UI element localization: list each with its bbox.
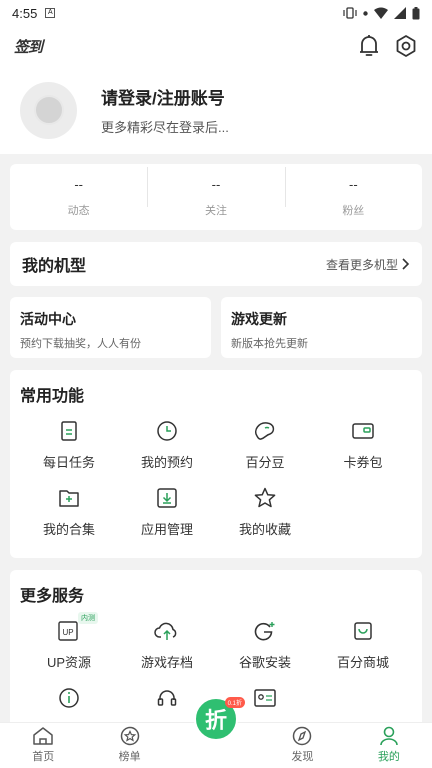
service-label: UP资源 <box>46 655 92 670</box>
promo-subtitle: 新版本抢先更新 <box>231 338 308 350</box>
service-label: 游戏存档 <box>140 655 193 670</box>
signal-icon <box>394 7 406 19</box>
promo-subtitle: 预约下载抽奖，人人有份 <box>20 338 141 350</box>
clock-icon <box>157 421 177 441</box>
stats-card: -- 动态 -- 关注 -- 粉丝 <box>10 164 422 230</box>
tab-label: 我的 <box>377 751 400 763</box>
stat-label: 关注 <box>204 204 227 217</box>
feature-label: 卡券包 <box>343 455 383 470</box>
id-card-icon <box>254 689 276 707</box>
wifi-icon <box>374 7 388 19</box>
avatar[interactable] <box>20 81 77 139</box>
top-bar: 签到 <box>0 26 432 66</box>
stat-label: 动态 <box>67 204 90 217</box>
more-services-title: 更多服务 <box>20 588 85 605</box>
feature-my-reservations[interactable]: 我的预约 <box>118 418 216 471</box>
download-icon <box>157 488 177 508</box>
svg-text:UP: UP <box>62 628 73 637</box>
activity-center-card[interactable]: 活动中心 预约下载抽奖，人人有份 <box>10 297 211 358</box>
feature-app-management[interactable]: 应用管理 <box>118 485 216 538</box>
feature-label: 我的收藏 <box>238 522 291 537</box>
stat-following[interactable]: -- 关注 <box>147 166 284 218</box>
my-models-title: 我的机型 <box>22 258 87 275</box>
tab-label: 发现 <box>291 751 314 763</box>
feature-label: 我的合集 <box>42 522 95 537</box>
headset-icon <box>157 690 177 706</box>
wallet-icon <box>352 423 374 439</box>
ranking-icon <box>120 726 139 746</box>
beta-badge: 内测 <box>78 612 98 624</box>
stat-value: -- <box>74 176 83 192</box>
game-update-card[interactable]: 游戏更新 新版本抢先更新 <box>221 297 422 358</box>
feature-label: 百分豆 <box>245 455 285 470</box>
stat-followers[interactable]: -- 粉丝 <box>284 166 422 218</box>
stat-label: 粉丝 <box>342 204 365 217</box>
bottom-tab-bar: 首页 榜单 折 0.1折 发现 我的 <box>0 697 432 768</box>
home-icon <box>33 727 53 745</box>
collection-icon <box>59 490 79 507</box>
discover-icon <box>293 726 312 746</box>
star-icon <box>254 487 276 508</box>
bean-icon <box>255 422 275 440</box>
stat-value: -- <box>348 176 358 192</box>
stat-posts[interactable]: -- 动态 <box>10 177 147 218</box>
default-avatar-icon <box>33 95 64 125</box>
settings-gear-icon[interactable] <box>394 34 418 58</box>
info-icon <box>59 688 79 708</box>
notification-bell-icon[interactable] <box>358 34 380 58</box>
task-icon <box>61 421 77 441</box>
chevron-right-icon <box>402 258 410 270</box>
tab-label: 首页 <box>32 751 55 763</box>
google-icon <box>254 622 275 641</box>
status-bar: 4:55 A <box>0 0 432 26</box>
feature-beans[interactable]: 百分豆 <box>216 418 314 471</box>
service-up-resources[interactable]: UP 内测 UP资源 <box>20 612 118 671</box>
vibrate-icon <box>343 7 357 19</box>
status-icons <box>343 6 420 20</box>
feature-label: 应用管理 <box>140 522 193 537</box>
service-game-saves[interactable]: 游戏存档 <box>118 618 216 671</box>
tab-discount[interactable]: 折 0.1折 <box>173 697 259 768</box>
tab-discover[interactable]: 发现 <box>259 723 345 768</box>
dot-icon <box>363 10 368 16</box>
feature-coupon-wallet[interactable]: 卡券包 <box>314 418 412 471</box>
status-time: 4:55 <box>12 5 38 21</box>
tab-ranking[interactable]: 榜单 <box>86 723 172 768</box>
feature-label: 每日任务 <box>42 455 95 470</box>
service-label: 百分商城 <box>336 655 389 670</box>
view-more-models-link[interactable]: 查看更多机型 <box>326 256 410 273</box>
tab-profile[interactable]: 我的 <box>346 723 432 768</box>
tab-label: 榜单 <box>118 751 141 763</box>
feature-my-favorites[interactable]: 我的收藏 <box>216 485 314 538</box>
view-more-models-label: 查看更多机型 <box>325 257 398 272</box>
cloud-upload-icon <box>154 622 177 640</box>
promo-title: 活动中心 <box>20 311 76 327</box>
common-features-card: 常用功能 每日任务 我的预约 百分豆 卡券包 我的合集 应用管理 我的收藏 <box>10 370 422 558</box>
stat-value: -- <box>211 176 221 192</box>
login-register-title[interactable]: 请登录/注册账号 <box>101 84 229 109</box>
notification-icon: A <box>45 8 56 18</box>
feature-label: 我的预约 <box>140 455 193 470</box>
shop-icon <box>354 622 372 640</box>
tab-home[interactable]: 首页 <box>0 723 86 768</box>
service-google-install[interactable]: 谷歌安装 <box>216 618 314 671</box>
service-label: 谷歌安装 <box>238 655 291 670</box>
up-icon: UP <box>58 621 78 641</box>
feature-my-collections[interactable]: 我的合集 <box>20 485 118 538</box>
my-models-row[interactable]: 我的机型 查看更多机型 <box>10 242 422 286</box>
profile-icon <box>380 726 398 746</box>
signin-button[interactable]: 签到 <box>14 36 43 57</box>
login-subtitle: 更多精彩尽在登录后... <box>101 120 229 135</box>
service-info[interactable] <box>20 685 118 711</box>
profile-header[interactable]: 请登录/注册账号 更多精彩尽在登录后... <box>0 66 432 154</box>
service-shop[interactable]: 百分商城 <box>314 618 412 671</box>
common-features-title: 常用功能 <box>20 388 85 405</box>
battery-icon <box>412 6 420 19</box>
promo-title: 游戏更新 <box>231 311 287 327</box>
feature-daily-task[interactable]: 每日任务 <box>20 418 118 471</box>
discount-badge: 0.1折 <box>224 697 245 708</box>
